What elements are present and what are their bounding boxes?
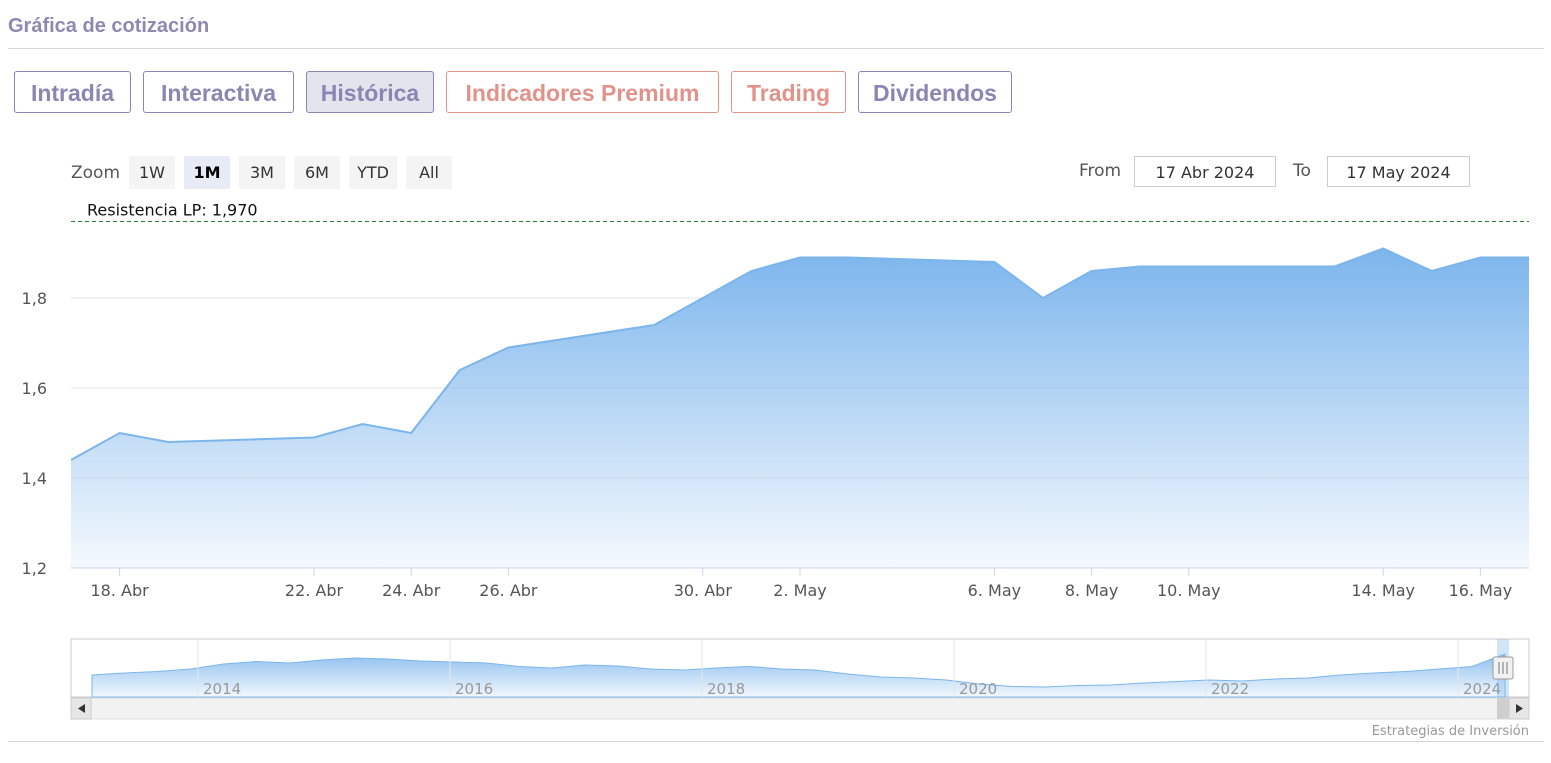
resistance-annotation: Resistencia LP: 1,970 [71, 201, 1529, 222]
navigator-year-label: 2022 [1211, 680, 1249, 698]
x-tick-label: 6. May [968, 581, 1021, 600]
zoom-1m-button[interactable]: 1M [184, 156, 230, 189]
tab-interactiva[interactable]: Interactiva [143, 71, 294, 113]
x-tick-label: 10. May [1157, 581, 1221, 600]
zoom-1w-button[interactable]: 1W [129, 156, 175, 189]
x-tick-label: 16. May [1449, 581, 1513, 600]
price-chart: 1,2 1,4 1,6 1,8 Resistencia LP: 1,970 18. A… [22, 201, 1530, 739]
title-divider [8, 48, 1544, 49]
x-tick-label: 26. Abr [479, 581, 538, 600]
y-tick-label: 1,6 [22, 379, 47, 398]
to-label: To [1293, 161, 1311, 181]
navigator-year-label: 2018 [707, 680, 745, 698]
tab-indicadores-premium[interactable]: Indicadores Premium [446, 71, 719, 113]
zoom-all-button[interactable]: All [406, 156, 452, 189]
navigator-year-label: 2016 [455, 680, 493, 698]
navigator-year-label: 2020 [959, 680, 997, 698]
price-area-series [70, 247, 1529, 568]
x-tick-label: 24. Abr [382, 581, 441, 600]
tab-trading[interactable]: Trading [731, 71, 846, 113]
y-tick-label: 1,8 [22, 289, 47, 308]
x-tick-label: 14. May [1351, 581, 1415, 600]
zoom-label: Zoom [71, 163, 121, 183]
scrollbar-thumb [1497, 698, 1509, 719]
y-axis: 1,2 1,4 1,6 1,8 [22, 289, 47, 578]
navigator-scrollbar [70, 697, 1530, 720]
x-tick-label: 30. Abr [674, 581, 733, 600]
to-date-input[interactable]: 17 May 2024 [1327, 156, 1470, 187]
tab-intradia[interactable]: Intradía [14, 71, 131, 113]
from-label: From [1079, 161, 1122, 181]
navigator: 2014 2016 2018 2020 2022 2024 Estrategias de I… [70, 638, 1530, 739]
x-tick-label: 22. Abr [285, 581, 344, 600]
resistance-label: Resistencia LP: 1,970 [87, 201, 258, 220]
navigator-year-label: 2024 [1463, 680, 1501, 698]
zoom-6m-button[interactable]: 6M [294, 156, 340, 189]
tab-dividendos[interactable]: Dividendos [858, 71, 1012, 113]
credits-label: Estrategias de Inversión [1372, 724, 1529, 739]
x-tick-label: 8. May [1065, 581, 1118, 600]
from-date-input[interactable]: 17 Abr 2024 [1134, 156, 1276, 187]
zoom-ytd-button[interactable]: YTD [349, 156, 397, 189]
zoom-3m-button[interactable]: 3M [239, 156, 285, 189]
price-area-fill [71, 248, 1529, 568]
navigator-year-label: 2014 [203, 680, 241, 698]
x-tick-label: 18. Abr [90, 581, 149, 600]
y-tick-label: 1,2 [22, 559, 47, 578]
y-tick-label: 1,4 [22, 469, 47, 488]
tab-historica[interactable]: Histórica [306, 71, 434, 113]
page-title: Gráfica de cotización [8, 15, 210, 37]
x-axis: 18. Abr 22. Abr 24. Abr 26. Abr 30. Abr 2. Ma… [90, 568, 1512, 600]
footer-divider [8, 741, 1544, 742]
x-tick-label: 2. May [773, 581, 826, 600]
